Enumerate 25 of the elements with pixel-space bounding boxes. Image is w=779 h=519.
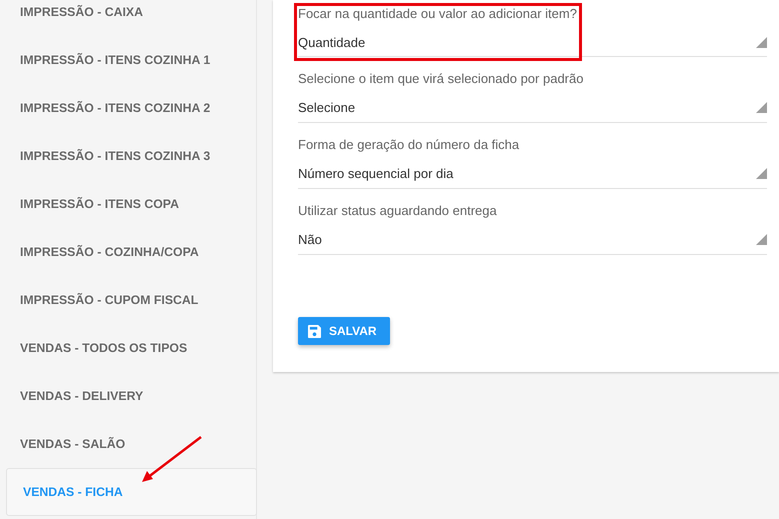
- select-field[interactable]: Não: [298, 231, 767, 248]
- select-field[interactable]: Selecione: [298, 99, 767, 116]
- select-field[interactable]: Número sequencial por dia: [298, 165, 767, 182]
- dropdown-icon: [756, 234, 767, 245]
- sidebar-item[interactable]: IMPRESSÃO - CUPOM FISCAL: [0, 276, 256, 324]
- sidebar-item[interactable]: VENDAS - DELIVERY: [0, 372, 256, 420]
- sidebar-item[interactable]: IMPRESSÃO - ITENS COZINHA 1: [0, 36, 256, 84]
- field-label: Forma de geração do número da ficha: [298, 137, 520, 152]
- dropdown-icon: [756, 168, 767, 179]
- save-button[interactable]: SALVAR: [298, 317, 390, 345]
- sidebar-item[interactable]: VENDAS - TODOS OS TIPOS: [0, 324, 256, 372]
- field-label: Focar na quantidade ou valor ao adicionar item?: [298, 6, 578, 21]
- sidebar-item[interactable]: VENDAS - FICHA: [6, 468, 257, 516]
- select-field[interactable]: Quantidade: [298, 34, 767, 51]
- sidebar-item[interactable]: IMPRESSÃO - COZINHA/COPA: [0, 228, 256, 276]
- sidebar-item[interactable]: IMPRESSÃO - CAIXA: [0, 0, 256, 36]
- sidebar-item[interactable]: IMPRESSÃO - ITENS COZINHA 2: [0, 84, 256, 132]
- save-icon: [308, 324, 321, 338]
- field-label: Selecione o item que virá selecionado por padrão: [298, 71, 584, 86]
- sidebar-item[interactable]: IMPRESSÃO - ITENS COPA: [0, 180, 256, 228]
- field-label: Utilizar status aguardando entrega: [298, 203, 498, 218]
- dropdown-icon: [756, 37, 767, 48]
- sidebar-item[interactable]: VENDAS - SALÃO: [0, 420, 256, 468]
- sidebar-item[interactable]: IMPRESSÃO - ITENS COZINHA 3: [0, 132, 256, 180]
- dropdown-icon: [756, 102, 767, 113]
